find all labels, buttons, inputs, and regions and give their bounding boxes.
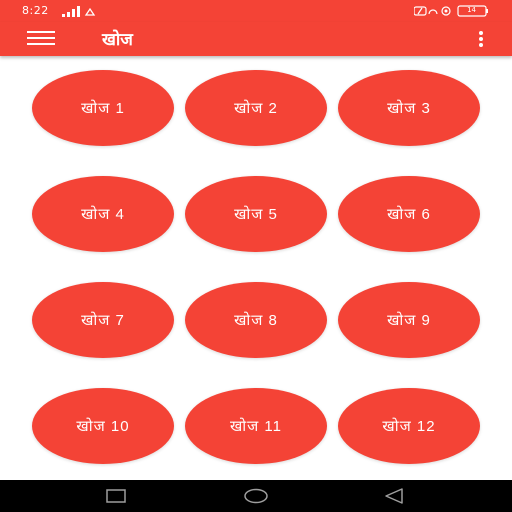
navigation-bar [0, 480, 512, 512]
status-bar: 8:22 14 [0, 0, 512, 22]
app-bar: खोज [0, 22, 512, 56]
back-triangle-icon[interactable] [384, 488, 404, 504]
khoj-button-5[interactable]: खोज 5 [185, 176, 327, 252]
khoj-button-12[interactable]: खोज 12 [338, 388, 480, 464]
signal-icon [62, 6, 96, 17]
khoj-button-8[interactable]: खोज 8 [185, 282, 327, 358]
hamburger-menu-icon[interactable] [27, 31, 55, 47]
khoj-button-3[interactable]: खोज 3 [338, 70, 480, 146]
khoj-button-7[interactable]: खोज 7 [32, 282, 174, 358]
page-title: खोज [102, 30, 133, 50]
khoj-button-4[interactable]: खोज 4 [32, 176, 174, 252]
khoj-button-2[interactable]: खोज 2 [185, 70, 327, 146]
khoj-button-10[interactable]: खोज 10 [32, 388, 174, 464]
overflow-menu-icon[interactable] [478, 31, 484, 47]
recent-apps-square-icon[interactable] [106, 489, 126, 503]
khoj-button-11[interactable]: खोज 11 [185, 388, 327, 464]
khoj-button-9[interactable]: खोज 9 [338, 282, 480, 358]
status-time: 8:22 [22, 4, 49, 17]
home-circle-icon[interactable] [243, 488, 269, 504]
khoj-button-6[interactable]: खोज 6 [338, 176, 480, 252]
button-grid: खोज 1 खोज 2 खोज 3 खोज 4 खोज 5 खोज 6 खोज … [0, 56, 512, 480]
battery-level: 14 [467, 6, 476, 14]
status-icons [414, 5, 488, 17]
khoj-button-1[interactable]: खोज 1 [32, 70, 174, 146]
